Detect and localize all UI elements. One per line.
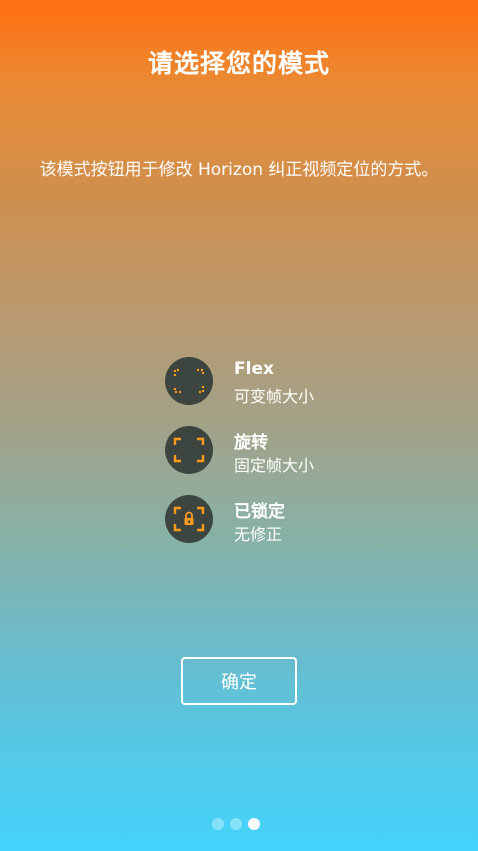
page-description: 该模式按钮用于修改 Horizon 纠正视频定位的方式。 <box>39 160 439 180</box>
lock-frame-icon <box>165 495 213 543</box>
mode-name: 旋转 <box>234 433 268 453</box>
mode-description: 无修正 <box>234 525 283 544</box>
page-title: 请选择您的模式 <box>147 49 330 78</box>
corner-frame-icon <box>165 426 213 474</box>
mode-name: Flex <box>234 359 274 379</box>
mode-name: 已锁定 <box>234 502 285 522</box>
page-dot-1[interactable] <box>212 818 224 830</box>
page-dot-2[interactable] <box>230 818 242 830</box>
confirm-button[interactable]: 确定 <box>181 657 297 705</box>
dotted-frame-icon <box>165 357 213 405</box>
mode-description: 可变帧大小 <box>234 387 315 406</box>
mode-description: 固定帧大小 <box>234 456 315 475</box>
page-dot-3-active[interactable] <box>248 818 260 830</box>
